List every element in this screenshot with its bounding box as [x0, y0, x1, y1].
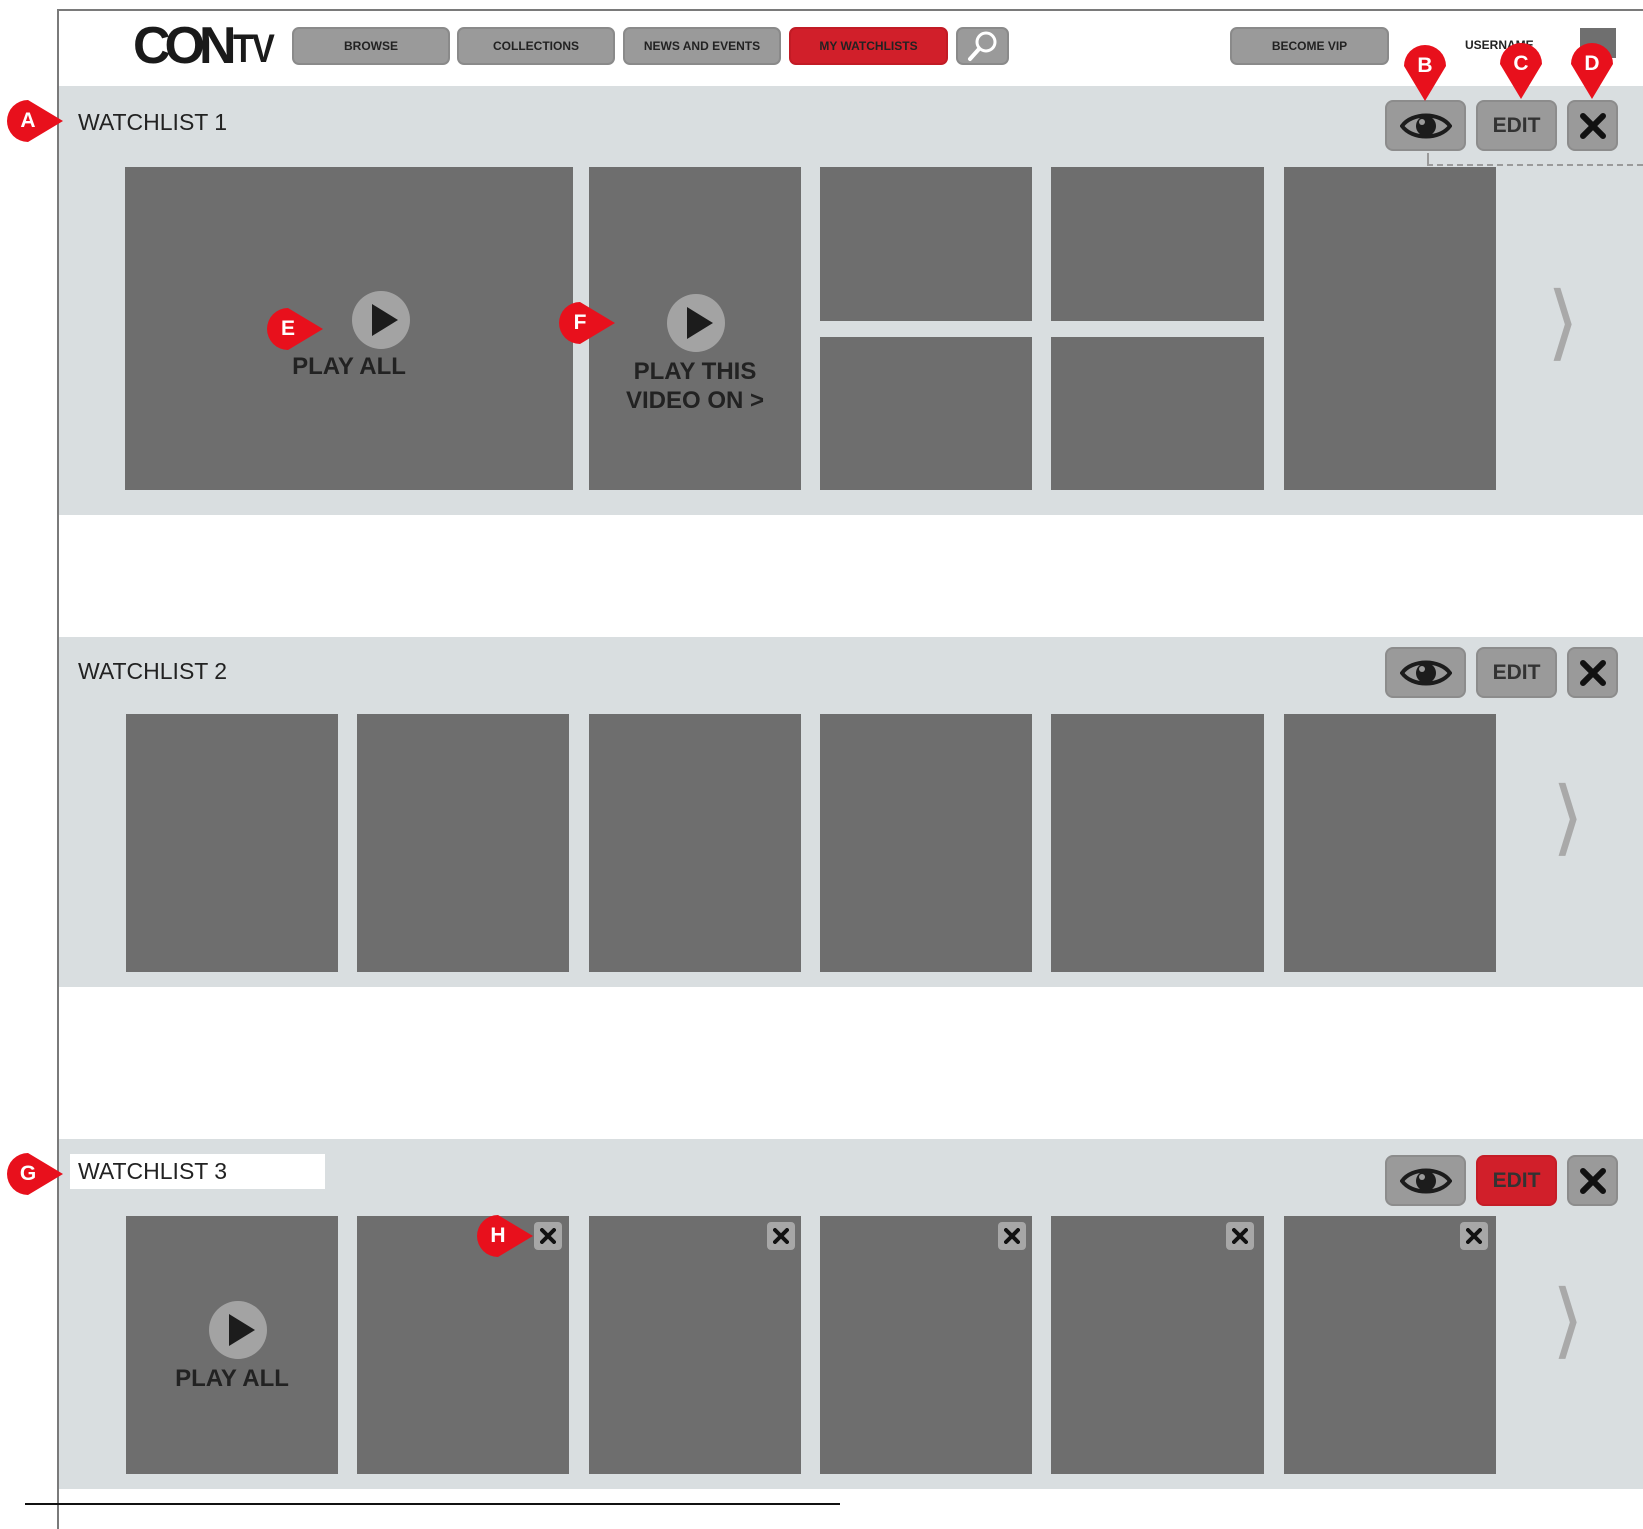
watchlist-1-play-all-tile[interactable]: PLAY ALL	[125, 167, 573, 490]
video-tile[interactable]	[589, 714, 801, 972]
watchlist-2-edit-button[interactable]: EDIT	[1476, 647, 1557, 698]
video-tile[interactable]	[820, 1216, 1032, 1474]
video-tile[interactable]	[589, 1216, 801, 1474]
watchlist-3-title-input[interactable]: WATCHLIST 3	[70, 1154, 325, 1189]
play-icon[interactable]	[209, 1301, 267, 1359]
annotation-label: D	[1584, 52, 1600, 75]
video-tile[interactable]	[1284, 167, 1496, 490]
logo-text-con: CON	[133, 17, 237, 75]
nav-news-events-button[interactable]: NEWS AND EVENTS	[623, 27, 781, 65]
video-tile[interactable]	[126, 714, 338, 972]
chevron-right-icon[interactable]: ⟩	[1552, 777, 1584, 859]
annotation-marker-d: D	[1569, 41, 1615, 99]
annotation-marker-e: E	[265, 306, 323, 352]
close-icon	[1579, 112, 1606, 139]
video-tile[interactable]	[357, 1216, 569, 1474]
nav-collections-button[interactable]: COLLECTIONS	[457, 27, 615, 65]
chevron-right-icon[interactable]: ⟩	[1552, 1280, 1584, 1362]
play-all-label: PLAY ALL	[292, 353, 406, 380]
annotation-marker-b: B	[1402, 43, 1448, 101]
close-icon	[1004, 1228, 1020, 1244]
nav-my-watchlists-button[interactable]: MY WATCHLISTS	[789, 27, 948, 65]
video-tile[interactable]	[820, 337, 1032, 490]
watchlist-3-play-all-tile[interactable]: PLAY ALL	[126, 1216, 338, 1474]
annotation-label: F	[573, 311, 587, 334]
video-tile[interactable]	[357, 714, 569, 972]
logo-text-tv: TV	[232, 27, 275, 71]
play-this-label-line2[interactable]: VIDEO ON >	[589, 386, 801, 415]
watchlist-2-view-button[interactable]	[1385, 647, 1466, 698]
annotation-label: G	[19, 1162, 37, 1185]
close-icon	[1579, 1167, 1606, 1194]
watchlist-2-delete-button[interactable]	[1567, 647, 1618, 698]
video-tile[interactable]	[1284, 714, 1496, 972]
annotation-marker-h: H	[475, 1213, 533, 1259]
eye-icon	[1399, 113, 1452, 138]
video-tile[interactable]	[1051, 337, 1264, 490]
close-icon	[540, 1228, 556, 1244]
annotation-label: A	[20, 109, 36, 132]
video-tile[interactable]	[820, 167, 1032, 321]
annotation-marker-f: F	[557, 300, 615, 346]
watchlist-3-edit-button-active[interactable]: EDIT	[1476, 1155, 1557, 1206]
annotation-marker-g: G	[5, 1151, 63, 1197]
watchlist-1-featured-tile[interactable]: PLAY THIS VIDEO ON >	[589, 167, 801, 490]
close-icon	[1232, 1228, 1248, 1244]
watchlist-2-title: WATCHLIST 2	[78, 658, 228, 684]
annotation-label: B	[1417, 54, 1433, 77]
annotation-marker-a: A	[5, 98, 63, 144]
annotation-label: H	[490, 1224, 506, 1247]
divider	[25, 1503, 840, 1505]
remove-video-button[interactable]	[534, 1222, 562, 1250]
video-tile[interactable]	[1284, 1216, 1496, 1474]
video-tile[interactable]	[1051, 714, 1264, 972]
watchlist-1-title: WATCHLIST 1	[78, 109, 228, 135]
play-icon[interactable]	[352, 291, 410, 349]
eye-icon	[1399, 1168, 1452, 1193]
contv-logo[interactable]: CON TV	[133, 17, 280, 75]
remove-video-button[interactable]	[1460, 1222, 1488, 1250]
watchlist-1-delete-button[interactable]	[1567, 100, 1618, 151]
annotation-marker-c: C	[1498, 41, 1544, 99]
remove-video-button[interactable]	[767, 1222, 795, 1250]
play-icon[interactable]	[667, 294, 725, 352]
remove-video-button[interactable]	[998, 1222, 1026, 1250]
become-vip-button[interactable]: BECOME VIP	[1230, 27, 1389, 65]
remove-video-button[interactable]	[1226, 1222, 1254, 1250]
close-icon	[1579, 659, 1606, 686]
video-tile[interactable]	[1051, 1216, 1264, 1474]
annotation-label: C	[1513, 52, 1529, 75]
watchlist-1-edit-button[interactable]: EDIT	[1476, 100, 1557, 151]
annotation-connector	[1427, 164, 1643, 166]
close-icon	[1466, 1228, 1482, 1244]
play-all-label: PLAY ALL	[175, 1365, 289, 1392]
chevron-right-icon[interactable]: ⟩	[1547, 282, 1579, 364]
eye-icon	[1399, 660, 1452, 685]
watchlist-3-delete-button[interactable]	[1567, 1155, 1618, 1206]
annotation-label: E	[280, 317, 295, 340]
search-icon	[967, 31, 996, 61]
nav-browse-button[interactable]: BROWSE	[292, 27, 450, 65]
search-button[interactable]	[956, 27, 1009, 65]
play-this-label-line1: PLAY THIS	[633, 358, 757, 385]
close-icon	[773, 1228, 789, 1244]
watchlist-3-view-button[interactable]	[1385, 1155, 1466, 1206]
watchlist-1-view-button[interactable]	[1385, 100, 1466, 151]
video-tile[interactable]	[1051, 167, 1264, 321]
video-tile[interactable]	[820, 714, 1032, 972]
